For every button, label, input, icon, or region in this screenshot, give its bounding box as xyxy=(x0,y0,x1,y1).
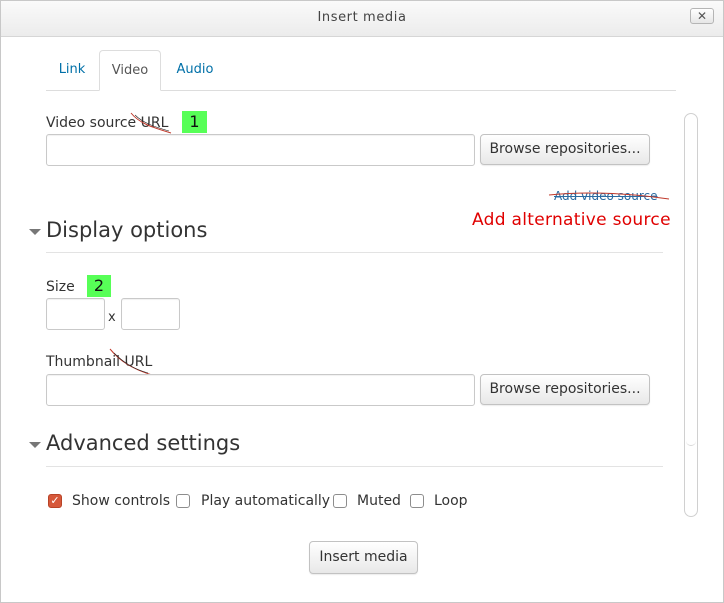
section-divider xyxy=(46,466,663,467)
muted-label[interactable]: Muted xyxy=(357,493,401,509)
play-automatically-label[interactable]: Play automatically xyxy=(201,493,330,509)
loop-checkbox[interactable] xyxy=(410,494,424,508)
strike-scribble xyxy=(130,112,172,134)
play-automatically-checkbox[interactable] xyxy=(176,494,190,508)
content-scrollbar[interactable] xyxy=(684,113,698,517)
tab-video[interactable]: Video xyxy=(99,50,161,91)
collapse-triangle-icon[interactable] xyxy=(29,229,41,235)
insert-media-dialog: Insert media ✕ Link Video Audio Video so… xyxy=(0,0,724,603)
tab-audio[interactable]: Audio xyxy=(166,50,224,89)
dialog-titlebar: Insert media ✕ xyxy=(1,1,723,37)
annotation-badge-1: 1 xyxy=(182,111,207,133)
section-divider xyxy=(46,252,663,253)
annotation-badge-2: 2 xyxy=(87,275,111,297)
tab-link[interactable]: Link xyxy=(46,50,98,89)
video-source-url-input[interactable] xyxy=(46,134,475,166)
thumbnail-url-input[interactable] xyxy=(46,374,475,406)
tab-bar: Link Video Audio xyxy=(46,50,676,91)
strike-scribble xyxy=(548,192,670,200)
scrollbar-thumb[interactable] xyxy=(686,115,696,446)
muted-checkbox[interactable] xyxy=(333,494,347,508)
width-input[interactable] xyxy=(46,298,105,330)
show-controls-checkbox[interactable]: ✓ xyxy=(48,494,62,508)
close-button[interactable]: ✕ xyxy=(690,8,714,24)
insert-media-button[interactable]: Insert media xyxy=(309,541,418,574)
add-alternative-source-annotation: Add alternative source xyxy=(472,210,671,230)
dialog-title: Insert media xyxy=(317,10,407,25)
strike-scribble xyxy=(109,348,153,376)
thumbnail-browse-repositories-button[interactable]: Browse repositories... xyxy=(480,374,650,405)
loop-label[interactable]: Loop xyxy=(434,493,468,509)
collapse-triangle-icon[interactable] xyxy=(29,442,41,448)
display-options-heading[interactable]: Display options xyxy=(46,218,207,242)
close-icon: ✕ xyxy=(696,9,708,23)
height-input[interactable] xyxy=(121,298,180,330)
advanced-settings-heading[interactable]: Advanced settings xyxy=(46,431,240,455)
size-label: Size xyxy=(46,279,75,295)
show-controls-label[interactable]: Show controls xyxy=(72,493,170,509)
size-separator: x xyxy=(108,310,116,325)
browse-repositories-button[interactable]: Browse repositories... xyxy=(480,134,650,165)
